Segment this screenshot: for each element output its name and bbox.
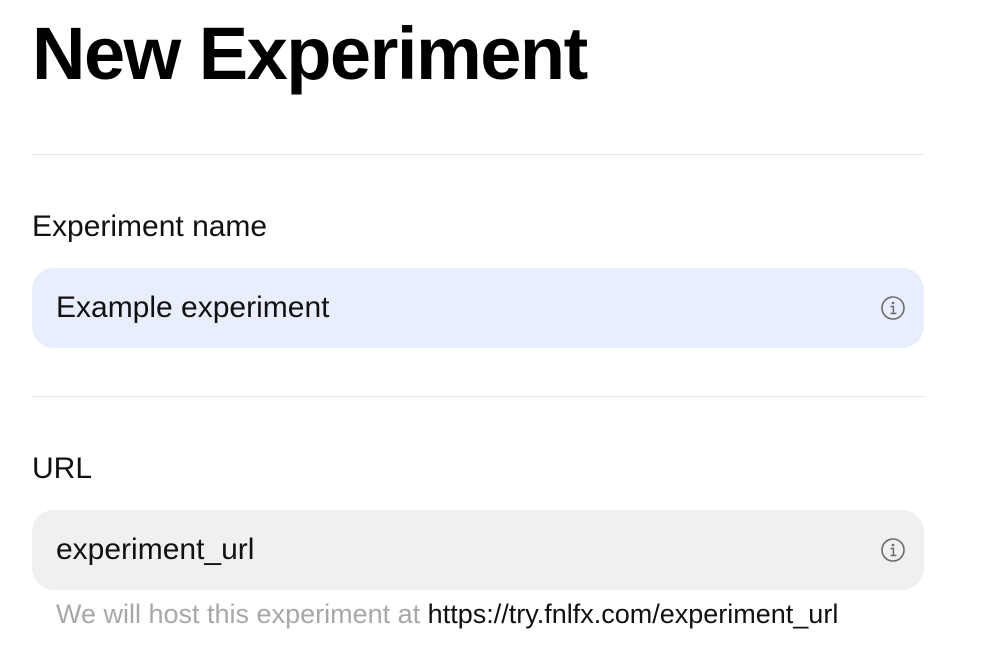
- experiment-name-label: Experiment name: [32, 210, 268, 243]
- section-divider: [32, 396, 924, 397]
- url-value[interactable]: experiment_url: [56, 532, 880, 568]
- url-hint-text: We will host this experiment at: [56, 599, 421, 629]
- url-hint-address: https://try.fnlfx.com/experiment_url: [427, 599, 839, 629]
- page-title: New Experiment: [32, 12, 588, 95]
- info-icon[interactable]: [880, 537, 906, 563]
- experiment-name-value[interactable]: Example experiment: [56, 290, 880, 326]
- url-hint: We will host this experiment at https://…: [56, 597, 838, 631]
- url-label: URL: [32, 452, 93, 485]
- title-divider: [32, 154, 924, 155]
- url-field[interactable]: experiment_url: [32, 510, 924, 590]
- experiment-name-field[interactable]: Example experiment: [32, 268, 924, 348]
- new-experiment-page: New Experiment Experiment name Example e…: [0, 0, 994, 672]
- info-icon[interactable]: [880, 295, 906, 321]
